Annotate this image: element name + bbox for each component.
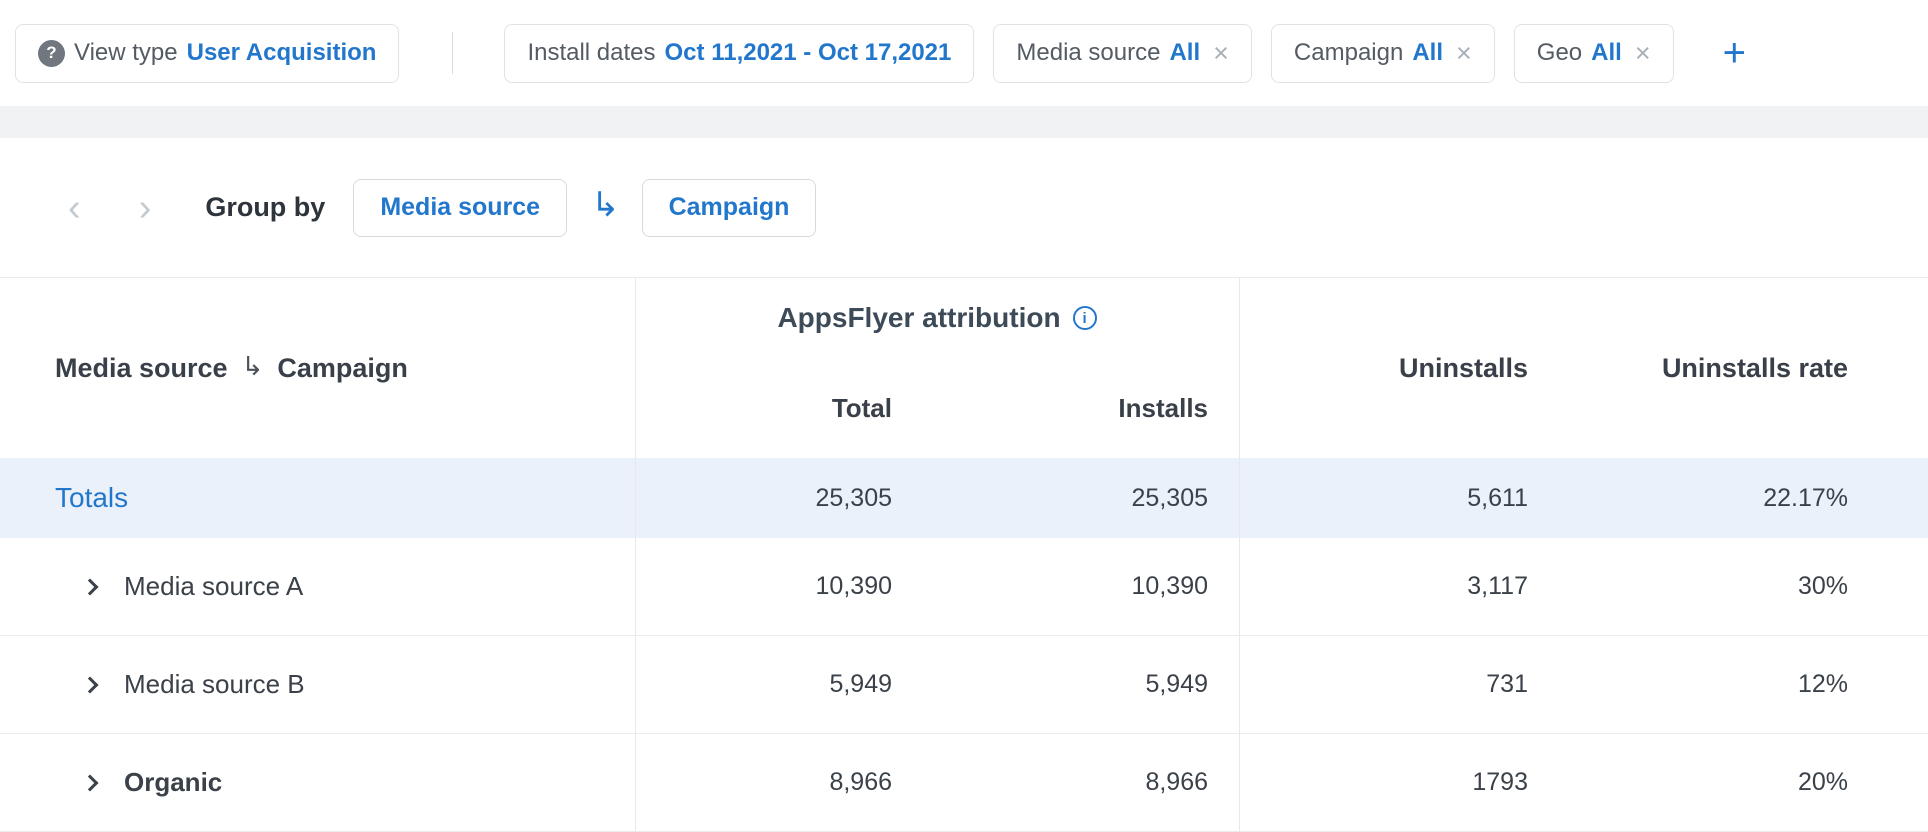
row-header-second: Campaign [277,353,408,384]
column-header-installs[interactable]: Installs [936,358,1239,458]
chevron-left-icon[interactable]: ‹ [58,189,91,227]
cell-total: 5,949 [635,670,936,699]
totals-installs: 25,305 [936,484,1239,513]
section-divider [0,106,1928,138]
close-icon[interactable]: × [1213,40,1229,67]
appsflyer-dashboard: ? View type User Acquisition Install dat… [0,0,1928,832]
row-header-first: Media source [55,353,228,384]
install-dates-label: Install dates [527,39,655,67]
cell-installs: 10,390 [936,572,1239,601]
row-expand-media-source-a[interactable]: Media source A [0,571,635,602]
cell-uninstalls-rate: 12% [1562,670,1928,699]
install-dates-filter[interactable]: Install dates Oct 11,2021 - Oct 17,2021 [504,24,974,83]
cell-total: 8,966 [635,768,936,797]
cell-total: 10,390 [635,572,936,601]
totals-uninstalls: 5,611 [1239,484,1562,513]
view-type-filter[interactable]: ? View type User Acquisition [15,24,399,83]
filter-bar-divider [452,32,453,74]
column-header-total[interactable]: Total [635,358,936,458]
totals-total: 25,305 [635,484,936,513]
cell-uninstalls: 3,117 [1239,572,1562,601]
row-group-header: Media source ↳ Campaign [0,278,635,458]
cell-uninstalls: 1793 [1239,768,1562,797]
cell-uninstalls: 731 [1239,670,1562,699]
add-filter-button[interactable]: + [1723,33,1746,73]
chevron-right-icon[interactable] [82,578,99,595]
row-expand-media-source-b[interactable]: Media source B [0,669,635,700]
campaign-filter[interactable]: Campaign All × [1271,24,1495,83]
campaign-filter-label: Campaign [1294,39,1403,67]
cell-installs: 5,949 [936,670,1239,699]
geo-filter[interactable]: Geo All × [1514,24,1674,83]
group-by-label: Group by [205,192,325,223]
column-divider [1239,277,1240,832]
column-header-uninstalls-rate[interactable]: Uninstalls rate [1562,278,1928,458]
close-icon[interactable]: × [1456,40,1472,67]
cell-uninstalls-rate: 20% [1562,768,1928,797]
nested-arrow-icon: ↳ [591,188,620,222]
geo-filter-label: Geo [1537,39,1582,67]
attribution-table: Media source ↳ Campaign AppsFlyer attrib… [0,277,1928,832]
attribution-header: AppsFlyer attribution i [635,278,1239,358]
view-type-label: View type [74,39,178,67]
info-icon[interactable]: i [1073,306,1097,330]
table-row: Media source B 5,949 5,949 731 12% [0,636,1928,734]
close-icon[interactable]: × [1635,40,1651,67]
geo-filter-value: All [1591,39,1622,67]
row-label: Media source B [124,669,305,700]
chevron-right-icon[interactable]: › [129,189,162,227]
row-label: Media source A [124,571,303,602]
cell-uninstalls-rate: 30% [1562,572,1928,601]
install-dates-value: Oct 11,2021 - Oct 17,2021 [665,39,952,67]
nested-arrow-icon: ↳ [242,351,264,382]
totals-label: Totals [0,482,635,514]
chevron-right-icon[interactable] [82,676,99,693]
column-divider [635,277,636,832]
group-by-secondary-button[interactable]: Campaign [642,179,817,237]
campaign-filter-value: All [1412,39,1443,67]
media-source-filter[interactable]: Media source All × [993,24,1252,83]
column-header-uninstalls[interactable]: Uninstalls [1239,278,1562,458]
table-row: Media source A 10,390 10,390 3,117 30% [0,538,1928,636]
totals-uninstalls-rate: 22.17% [1562,484,1928,513]
filter-bar: ? View type User Acquisition Install dat… [0,0,1928,106]
cell-installs: 8,966 [936,768,1239,797]
media-source-filter-label: Media source [1016,39,1160,67]
row-expand-organic[interactable]: Organic [0,767,635,798]
attribution-title: AppsFlyer attribution [777,302,1060,334]
chevron-right-icon[interactable] [82,774,99,791]
group-by-primary-button[interactable]: Media source [353,179,567,237]
row-label: Organic [124,767,222,798]
media-source-filter-value: All [1169,39,1200,67]
group-by-bar: ‹ › Group by Media source ↳ Campaign [0,138,1928,277]
table-header: Media source ↳ Campaign AppsFlyer attrib… [0,277,1928,458]
help-icon[interactable]: ? [38,40,65,67]
view-type-value: User Acquisition [187,39,377,67]
totals-row: Totals 25,305 25,305 5,611 22.17% [0,458,1928,538]
table-row: Organic 8,966 8,966 1793 20% [0,734,1928,832]
